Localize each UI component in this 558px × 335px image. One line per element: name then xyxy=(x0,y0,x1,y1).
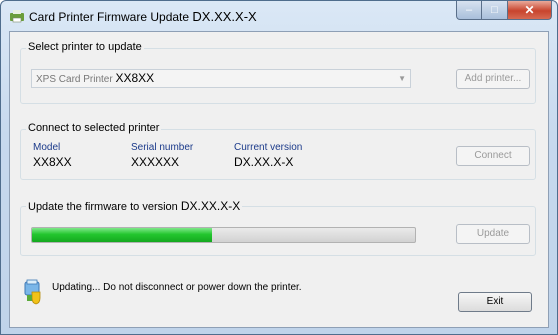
serial-number-label: Serial number xyxy=(131,142,194,153)
update-firmware-label: Update the firmware to version DX.XX.X-X xyxy=(26,199,243,213)
select-printer-group: Select printer to update XPS Card Printe… xyxy=(20,41,536,104)
client-area: Select printer to update XPS Card Printe… xyxy=(9,31,549,328)
connect-printer-group: Connect to selected printer Model XX8XX … xyxy=(20,122,536,180)
maximize-button[interactable]: □ xyxy=(482,1,508,20)
serial-number-value: XXXXXX xyxy=(131,155,180,169)
minimize-icon: – xyxy=(465,4,473,16)
chevron-down-icon: ▼ xyxy=(398,74,406,83)
app-window: Card Printer Firmware Update DX.XX.X-X –… xyxy=(0,0,558,335)
title-version: DX.XX.X-X xyxy=(192,9,257,24)
add-printer-button[interactable]: Add printer... xyxy=(456,69,530,89)
title-bar[interactable]: Card Printer Firmware Update DX.XX.X-X –… xyxy=(1,1,557,31)
model-value: XX8XX xyxy=(33,155,72,169)
close-button[interactable]: ✕ xyxy=(508,1,552,20)
update-label-version: DX.XX.X-X xyxy=(180,199,241,213)
printer-select-prefix: XPS Card Printer xyxy=(36,74,113,85)
printer-app-icon xyxy=(10,10,24,23)
update-progress-bar xyxy=(31,227,416,243)
select-printer-label: Select printer to update xyxy=(26,41,144,53)
caption-buttons: – □ ✕ xyxy=(456,1,552,21)
exit-button[interactable]: Exit xyxy=(458,292,532,312)
update-progress-fill xyxy=(32,228,212,242)
connect-button[interactable]: Connect xyxy=(456,146,530,166)
maximize-icon: □ xyxy=(491,4,498,16)
connect-printer-label: Connect to selected printer xyxy=(26,122,162,134)
close-icon: ✕ xyxy=(524,3,535,17)
current-version-label: Current version xyxy=(234,142,303,153)
printer-select[interactable]: XPS Card Printer XX8XX ▼ xyxy=(31,69,411,88)
update-label-text: Update the firmware to version xyxy=(28,201,178,213)
status-message: Updating... Do not disconnect or power d… xyxy=(52,282,302,293)
printer-shield-icon xyxy=(24,279,41,305)
title-text: Card Printer Firmware Update xyxy=(29,10,190,24)
model-label: Model xyxy=(33,142,61,153)
update-firmware-group: Update the firmware to version DX.XX.X-X… xyxy=(20,199,536,256)
update-button[interactable]: Update xyxy=(456,224,530,244)
window-title: Card Printer Firmware Update DX.XX.X-X xyxy=(29,9,257,24)
printer-select-value: XX8XX xyxy=(115,71,155,85)
minimize-button[interactable]: – xyxy=(456,1,482,20)
current-version-value: DX.XX.X-X xyxy=(234,155,294,169)
